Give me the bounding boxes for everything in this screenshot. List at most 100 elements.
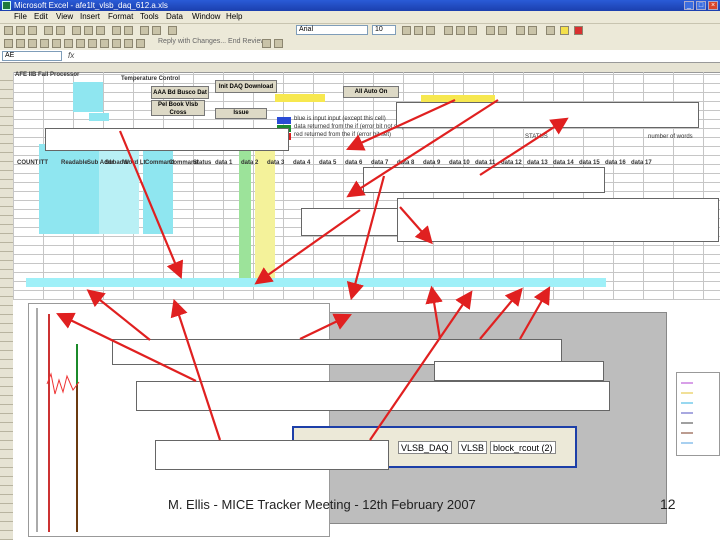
menu-file[interactable]: File (14, 11, 27, 23)
yellow-data-column[interactable] (255, 148, 275, 278)
redo-icon[interactable] (124, 26, 133, 35)
bold-icon[interactable] (402, 26, 411, 35)
input-cells-cyan[interactable] (39, 144, 99, 234)
font-size-select[interactable]: 10 (372, 25, 396, 35)
reviewing-toolbar: Reply with Changes... End Review... (0, 37, 720, 51)
reply-with-changes-text[interactable]: Reply with Changes... End Review... (158, 38, 271, 45)
minimize-button[interactable]: _ (684, 1, 694, 10)
font-name-select[interactable]: Arial (296, 25, 368, 35)
green-status-column[interactable] (239, 148, 251, 278)
toolbar-icon-c[interactable] (28, 39, 37, 48)
undo-icon[interactable] (112, 26, 121, 35)
aaa-busco-button[interactable]: AAA Bd Busco Dat (151, 86, 209, 99)
chart-legend-svg (681, 382, 693, 444)
input-cells-top[interactable] (73, 82, 103, 112)
toolbar-icon-n[interactable] (274, 39, 283, 48)
font-color-icon[interactable] (574, 26, 583, 35)
align-right-icon[interactable] (468, 26, 477, 35)
menu-tools[interactable]: Tools (140, 11, 159, 23)
menu-data[interactable]: Data (166, 11, 183, 23)
fx-icon: fx (68, 51, 75, 60)
cyan-summary-row[interactable] (26, 278, 606, 287)
column-label: data 11 (475, 160, 496, 166)
init-daq-button[interactable]: Init DAQ Download (215, 80, 277, 93)
callout-box-lower-4 (434, 361, 604, 381)
menu-bar: File Edit View Insert Format Tools Data … (0, 11, 720, 24)
callout-box-lower-2 (136, 381, 610, 411)
legend-line-2: data returned from the if (error bit not… (294, 124, 405, 130)
menu-edit[interactable]: Edit (34, 11, 48, 23)
preview-icon[interactable] (56, 26, 65, 35)
align-center-icon[interactable] (456, 26, 465, 35)
toolbar-icon-k[interactable] (124, 39, 133, 48)
italic-icon[interactable] (414, 26, 423, 35)
toolbar-icon-h[interactable] (88, 39, 97, 48)
temperature-control-label: Temperature Control (121, 76, 180, 82)
paste-icon[interactable] (96, 26, 105, 35)
copy-icon[interactable] (84, 26, 93, 35)
pel-book-vlsb-button[interactable]: Pel Book Vlsb Cross (151, 100, 205, 116)
fill-color-icon[interactable] (560, 26, 569, 35)
toolbar-icon-g[interactable] (76, 39, 85, 48)
column-label: data 16 (605, 160, 626, 166)
currency-icon[interactable] (486, 26, 495, 35)
column-label: data 12 (501, 160, 522, 166)
outdent-icon[interactable] (528, 26, 537, 35)
column-label: data 1 (215, 160, 233, 166)
toolbar-icon-m[interactable] (262, 39, 271, 48)
toolbar-icon-b[interactable] (16, 39, 25, 48)
sum-icon[interactable] (140, 26, 149, 35)
input-cells-light[interactable] (99, 144, 139, 234)
spreadsheet-grid[interactable]: AFE IIB Fail Processor Temperature Contr… (13, 72, 720, 300)
words-label: number of words (648, 134, 693, 140)
tab-vlsb-daq[interactable]: VLSB_DAQ (398, 441, 452, 454)
column-label: data 5 (319, 160, 337, 166)
menu-format[interactable]: Format (108, 11, 133, 23)
input-cell-small[interactable] (89, 113, 109, 121)
toolbar-icon-i[interactable] (100, 39, 109, 48)
all-auto-on-button[interactable]: All Auto On (343, 86, 399, 98)
column-label: data 7 (371, 160, 389, 166)
toolbar-icon-j[interactable] (112, 39, 121, 48)
sort-icon[interactable] (152, 26, 161, 35)
column-label: data 4 (293, 160, 311, 166)
status-label: STATUS (525, 134, 548, 140)
chart-wizard-icon[interactable] (168, 26, 177, 35)
toolbar-icon-l[interactable] (136, 39, 145, 48)
column-label: ITT (39, 160, 48, 166)
cut-icon[interactable] (72, 26, 81, 35)
standard-toolbar: Arial 10 (0, 24, 720, 38)
name-box[interactable]: AE (2, 51, 62, 61)
toolbar-icon-e[interactable] (52, 39, 61, 48)
callout-box-top-right (396, 102, 699, 128)
input-cells-cyan-2[interactable] (143, 144, 173, 234)
save-icon[interactable] (28, 26, 37, 35)
window-title: Microsoft Excel - afe1lt_vlsb_daq_612.a.… (14, 1, 168, 10)
legend-line-3: red returned from the if (error bit set) (294, 132, 392, 138)
close-button[interactable]: × (708, 1, 718, 10)
row-header[interactable] (0, 72, 14, 540)
open-icon[interactable] (16, 26, 25, 35)
yellow-cell[interactable] (275, 94, 325, 102)
underline-icon[interactable] (426, 26, 435, 35)
column-label: Word Lt (123, 160, 146, 166)
align-left-icon[interactable] (444, 26, 453, 35)
tab-block-rcout[interactable]: block_rcout (2) (490, 441, 556, 454)
menu-insert[interactable]: Insert (80, 11, 100, 23)
new-icon[interactable] (4, 26, 13, 35)
tab-vlsb[interactable]: VLSB (458, 441, 488, 454)
menu-view[interactable]: View (56, 11, 73, 23)
percent-icon[interactable] (498, 26, 507, 35)
print-icon[interactable] (44, 26, 53, 35)
indent-icon[interactable] (516, 26, 525, 35)
toolbar-icon-a[interactable] (4, 39, 13, 48)
borders-icon[interactable] (546, 26, 555, 35)
toolbar-icon-d[interactable] (40, 39, 49, 48)
menu-window[interactable]: Window (192, 11, 220, 23)
maximize-button[interactable]: □ (696, 1, 706, 10)
menu-help[interactable]: Help (226, 11, 242, 23)
toolbar-icon-f[interactable] (64, 39, 73, 48)
legend-line-1: blue is input input (except this cell) (294, 116, 386, 122)
column-label: Readable (61, 160, 88, 166)
issue-button[interactable]: Issue (215, 108, 267, 119)
